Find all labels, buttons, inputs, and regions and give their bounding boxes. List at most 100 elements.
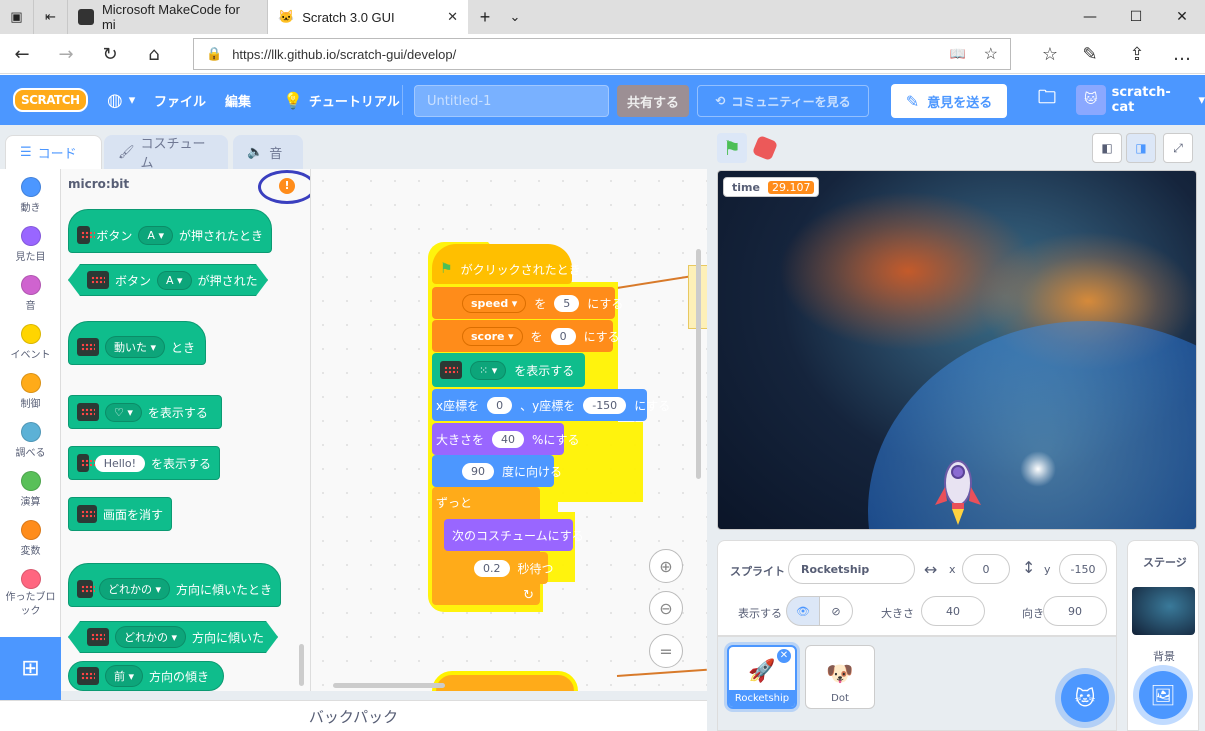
hide-button[interactable]: ⊘ bbox=[819, 596, 853, 626]
direction-input[interactable]: 90 bbox=[1043, 596, 1107, 626]
workspace-horizontal-scrollbar[interactable] bbox=[333, 683, 445, 688]
y-position-input[interactable]: -150 bbox=[1059, 554, 1107, 584]
value-input[interactable]: 5 bbox=[554, 294, 580, 312]
favorites-hub-icon[interactable]: ☆ bbox=[1030, 34, 1070, 74]
second-script-hat[interactable] bbox=[432, 671, 578, 691]
block-display-text[interactable]: Hello! を表示する bbox=[68, 446, 220, 480]
x-input[interactable]: 0 bbox=[487, 396, 513, 414]
sprite-name-input[interactable]: Rocketship bbox=[788, 554, 915, 584]
block-wait[interactable]: 0.2 秒待つ bbox=[444, 552, 554, 584]
matrix-dropdown[interactable]: ⁙ ▾ bbox=[470, 360, 507, 380]
language-menu[interactable]: ◍ ▾ bbox=[107, 75, 135, 125]
block-go-to-xy[interactable]: x座標を 0 、y座標を -150 にする bbox=[432, 389, 670, 421]
backdrop-thumbnail[interactable] bbox=[1132, 587, 1195, 635]
fullscreen-button[interactable]: ⤢ bbox=[1163, 133, 1193, 163]
tilt-direction-dropdown[interactable]: どれかの ▾ bbox=[98, 578, 170, 600]
tilt-direction-dropdown[interactable]: 前 ▾ bbox=[105, 665, 144, 687]
back-icon[interactable]: ← bbox=[2, 34, 42, 74]
workspace-vertical-scrollbar[interactable] bbox=[696, 249, 701, 479]
zoom-out-button[interactable]: ⊖ bbox=[649, 591, 683, 625]
block-set-size[interactable]: 大きさを 40 %にする bbox=[432, 423, 580, 455]
button-dropdown[interactable]: A ▾ bbox=[138, 225, 173, 245]
value-input[interactable]: 0 bbox=[550, 327, 576, 345]
variable-dropdown[interactable]: speed ▾ bbox=[462, 293, 527, 313]
block-when-tilted[interactable]: どれかの ▾ 方向に傾いたとき bbox=[68, 563, 281, 607]
block-set-variable-speed[interactable]: speed ▾ を 5 にする bbox=[432, 287, 623, 319]
block-set-variable-score[interactable]: score ▾ を 0 にする bbox=[432, 320, 620, 352]
show-visible-button[interactable]: 👁 bbox=[786, 596, 820, 626]
project-title-input[interactable]: Untitled-1 bbox=[414, 85, 609, 117]
category-events[interactable]: イベント bbox=[0, 324, 61, 361]
stage-canvas[interactable]: time 29.107 bbox=[717, 170, 1197, 530]
direction-input[interactable]: 90 bbox=[462, 462, 494, 480]
block-display-pattern[interactable]: ♡ ▾ を表示する bbox=[68, 395, 222, 429]
add-backdrop-button[interactable]: 🖼 bbox=[1139, 671, 1187, 719]
delete-sprite-icon[interactable]: ✕ bbox=[777, 649, 791, 663]
tab-actions-icon[interactable]: ▣ bbox=[0, 0, 34, 34]
reading-view-icon[interactable]: 📖 bbox=[950, 46, 966, 62]
category-looks[interactable]: 見た目 bbox=[0, 226, 61, 263]
minimize-icon[interactable]: — bbox=[1067, 0, 1113, 34]
block-button-pressed[interactable]: ボタン A ▾ が押された bbox=[68, 264, 268, 296]
normal-stage-button[interactable]: ◨ bbox=[1126, 133, 1156, 163]
see-community-button[interactable]: ⟲ コミュニティーを見る bbox=[697, 85, 869, 117]
size-input[interactable]: 40 bbox=[921, 596, 985, 626]
tab-costumes[interactable]: 🖌 コスチューム bbox=[104, 135, 228, 171]
block-when-moved[interactable]: 動いた ▾ とき bbox=[68, 321, 206, 365]
block-is-tilted[interactable]: どれかの ▾ 方向に傾いた bbox=[68, 621, 278, 653]
file-menu[interactable]: ファイル bbox=[154, 75, 206, 125]
notes-pen-icon[interactable]: ✎ bbox=[1070, 34, 1110, 74]
more-icon[interactable]: … bbox=[1162, 34, 1202, 74]
favorite-star-icon[interactable]: ☆ bbox=[984, 44, 998, 64]
stage-selector-panel[interactable]: ステージ 背景 🖼 bbox=[1127, 540, 1199, 731]
block-clear-display[interactable]: 画面を消す bbox=[68, 497, 172, 531]
backpack[interactable]: バックパック bbox=[0, 700, 707, 731]
share-icon[interactable]: ⇪ bbox=[1117, 34, 1157, 74]
tab-code[interactable]: ☰ コード bbox=[5, 135, 102, 169]
green-flag-button[interactable]: ⚑ bbox=[717, 133, 747, 163]
add-sprite-button[interactable]: 🐱 bbox=[1061, 674, 1109, 722]
account-menu[interactable]: 🐱 scratch-cat ▾ bbox=[1076, 75, 1205, 125]
x-position-input[interactable]: 0 bbox=[962, 554, 1010, 584]
close-tab-icon[interactable]: ✕ bbox=[447, 9, 458, 25]
home-icon[interactable]: ⌂ bbox=[134, 34, 174, 74]
variable-monitor-time[interactable]: time 29.107 bbox=[723, 177, 820, 197]
close-window-icon[interactable]: ✕ bbox=[1159, 0, 1205, 34]
stop-button[interactable] bbox=[750, 133, 780, 163]
feedback-button[interactable]: ✎ 意見を送る bbox=[891, 84, 1007, 118]
block-point-in-direction[interactable]: 90 度に向ける bbox=[432, 455, 562, 487]
browser-tab-scratch[interactable]: 🐱 Scratch 3.0 GUI ✕ bbox=[268, 0, 468, 34]
wait-input[interactable]: 0.2 bbox=[474, 559, 510, 577]
script-workspace[interactable]: ⚑ がクリックされたとき speed ▾ を 5 にする score ▾ を 0… bbox=[311, 169, 707, 691]
small-stage-button[interactable]: ◧ bbox=[1092, 133, 1122, 163]
block-when-flag-clicked[interactable]: ⚑ がクリックされたとき bbox=[432, 244, 581, 284]
zoom-reset-button[interactable]: = bbox=[649, 634, 683, 668]
size-input[interactable]: 40 bbox=[492, 430, 525, 448]
block-microbit-display[interactable]: ⁙ ▾ を表示する bbox=[432, 353, 585, 387]
scratch-logo[interactable]: SCRATCH bbox=[13, 75, 88, 125]
tutorials-menu[interactable]: 💡 チュートリアル bbox=[283, 75, 400, 125]
palette-scrollbar[interactable] bbox=[299, 644, 304, 686]
category-motion[interactable]: 動き bbox=[0, 177, 61, 214]
category-sensing[interactable]: 調べる bbox=[0, 422, 61, 459]
tilt-direction-dropdown[interactable]: どれかの ▾ bbox=[115, 626, 186, 648]
new-tab-button[interactable]: + bbox=[470, 0, 500, 34]
button-dropdown[interactable]: A ▾ bbox=[157, 271, 192, 290]
heart-matrix-dropdown[interactable]: ♡ ▾ bbox=[105, 402, 142, 422]
category-operators[interactable]: 演算 bbox=[0, 471, 61, 508]
my-stuff-folder-icon[interactable]: 🗀 bbox=[1038, 75, 1056, 125]
forward-icon[interactable]: → bbox=[46, 34, 86, 74]
gesture-dropdown[interactable]: 動いた ▾ bbox=[105, 336, 166, 358]
add-extension-button[interactable]: ⊞ bbox=[0, 637, 61, 700]
category-sound[interactable]: 音 bbox=[0, 275, 61, 312]
variable-dropdown[interactable]: score ▾ bbox=[462, 326, 523, 346]
category-my-blocks[interactable]: 作ったブロック bbox=[0, 569, 61, 619]
share-button[interactable]: 共有する bbox=[617, 85, 689, 117]
tab-sounds[interactable]: 🔈 音 bbox=[233, 135, 303, 169]
y-input[interactable]: -150 bbox=[583, 396, 627, 414]
text-input[interactable]: Hello! bbox=[94, 454, 145, 472]
tab-list-chevron-icon[interactable]: ⌄ bbox=[500, 0, 530, 34]
sprite-tile-rocketship[interactable]: ✕ 🚀 Rocketship bbox=[727, 645, 797, 709]
edit-menu[interactable]: 編集 bbox=[225, 75, 251, 125]
rocketship-sprite[interactable] bbox=[933, 457, 983, 525]
